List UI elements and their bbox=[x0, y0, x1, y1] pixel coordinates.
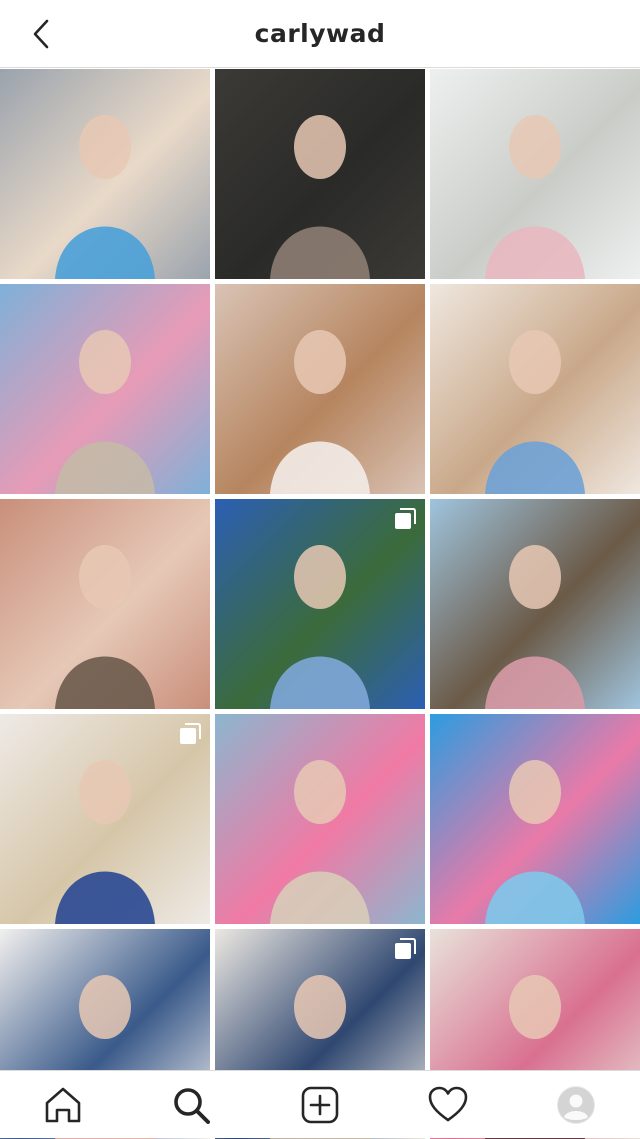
nav-profile-button[interactable] bbox=[555, 1084, 597, 1126]
post-thumbnail[interactable] bbox=[430, 714, 640, 924]
multiple-photos-icon bbox=[395, 938, 416, 959]
post-image bbox=[0, 284, 210, 494]
post-image bbox=[0, 499, 210, 709]
post-thumbnail[interactable] bbox=[215, 284, 425, 494]
multiple-photos-icon bbox=[180, 723, 201, 744]
post-thumbnail[interactable] bbox=[430, 499, 640, 709]
home-icon bbox=[45, 1087, 81, 1123]
nav-search-button[interactable] bbox=[170, 1084, 212, 1126]
post-image bbox=[430, 499, 640, 709]
bottom-nav bbox=[0, 1070, 640, 1138]
post-thumbnail[interactable] bbox=[0, 69, 210, 279]
multiple-photos-icon bbox=[395, 508, 416, 529]
post-thumbnail[interactable] bbox=[0, 714, 210, 924]
post-thumbnail[interactable] bbox=[430, 284, 640, 494]
post-image bbox=[215, 284, 425, 494]
post-thumbnail[interactable] bbox=[0, 499, 210, 709]
add-post-icon bbox=[301, 1086, 339, 1124]
post-image bbox=[0, 69, 210, 279]
post-thumbnail[interactable] bbox=[430, 69, 640, 279]
nav-activity-button[interactable] bbox=[427, 1084, 469, 1126]
post-image bbox=[215, 69, 425, 279]
heart-icon bbox=[428, 1086, 468, 1122]
post-thumbnail[interactable] bbox=[215, 69, 425, 279]
post-image bbox=[430, 69, 640, 279]
post-image bbox=[430, 714, 640, 924]
post-thumbnail[interactable] bbox=[0, 284, 210, 494]
post-thumbnail[interactable] bbox=[215, 714, 425, 924]
post-image bbox=[215, 714, 425, 924]
post-image bbox=[430, 284, 640, 494]
post-thumbnail[interactable] bbox=[215, 499, 425, 709]
nav-home-button[interactable] bbox=[42, 1084, 84, 1126]
nav-new-post-button[interactable] bbox=[299, 1084, 341, 1126]
profile-avatar-icon bbox=[557, 1086, 595, 1124]
profile-username: carlywad bbox=[254, 19, 386, 48]
search-icon bbox=[174, 1088, 210, 1124]
top-bar: carlywad bbox=[0, 0, 640, 68]
